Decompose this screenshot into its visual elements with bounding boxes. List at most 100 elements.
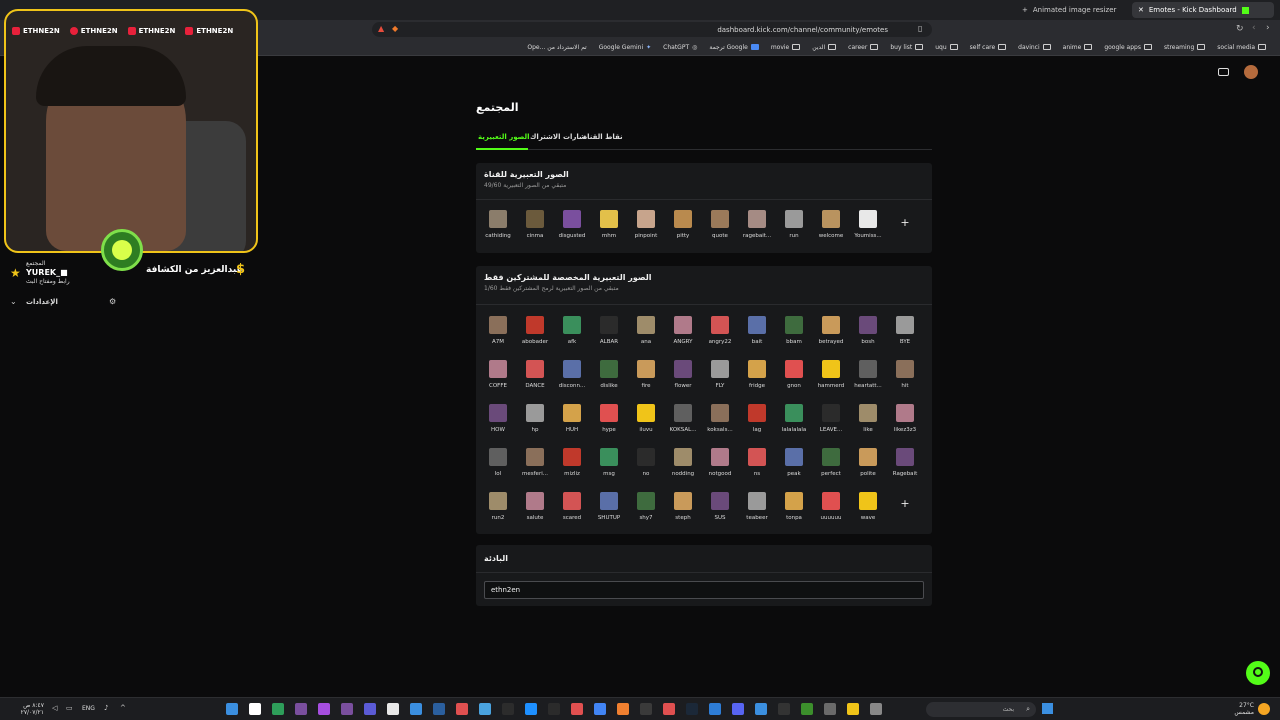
subscriber-emote[interactable]: disconn...	[554, 360, 590, 389]
subscriber-emote[interactable]: fire	[628, 360, 664, 389]
mic-tray-icon[interactable]: ♪	[104, 704, 108, 712]
subscriber-emote[interactable]: steph	[665, 492, 701, 521]
taskbar-app-icon[interactable]	[479, 703, 491, 715]
channel-emote[interactable]: mhm	[591, 210, 627, 239]
chevron-up-icon[interactable]: ^	[120, 704, 126, 712]
subscriber-emote[interactable]: KOKSAL...	[665, 404, 701, 433]
add-channel-emote-button[interactable]: +	[894, 211, 916, 233]
wifi-icon[interactable]: ▭	[66, 704, 73, 712]
subscriber-emote[interactable]: hype	[591, 404, 627, 433]
subscriber-emote[interactable]: lol	[480, 448, 516, 477]
taskbar-app-icon[interactable]	[525, 703, 537, 715]
taskbar-app-icon[interactable]	[341, 703, 353, 715]
taskbar-app-icon[interactable]	[663, 703, 675, 715]
subscriber-emote[interactable]: hit	[887, 360, 923, 389]
subscriber-emote[interactable]: gnon	[776, 360, 812, 389]
windows-start-icon[interactable]	[1042, 703, 1053, 714]
taskbar-app-icon[interactable]	[778, 703, 790, 715]
subscriber-emote[interactable]: lag	[739, 404, 775, 433]
prefix-input[interactable]: ethn2en	[484, 581, 924, 599]
channel-emote[interactable]: pitty	[665, 210, 701, 239]
brave-shield-icon[interactable]: ◆	[392, 24, 398, 33]
subscriber-emote[interactable]: salute	[517, 492, 553, 521]
subscriber-emote[interactable]: ALBAR	[591, 316, 627, 345]
bookmark-item[interactable]: Ope... تم الاسترداد من	[527, 44, 586, 51]
taskbar-search[interactable]: بحث ⌕	[926, 702, 1036, 717]
subscriber-emote[interactable]: polite	[850, 448, 886, 477]
taskbar-app-icon[interactable]	[433, 703, 445, 715]
chevron-down-icon[interactable]: ⌄	[10, 297, 17, 306]
channel-emote[interactable]: pinpoint	[628, 210, 664, 239]
tv-icon[interactable]	[1218, 68, 1229, 76]
subscriber-emote[interactable]: fridge	[739, 360, 775, 389]
taskbar-app-icon[interactable]	[364, 703, 376, 715]
subscriber-emote[interactable]: BYE	[887, 316, 923, 345]
taskbar-app-icon[interactable]	[387, 703, 399, 715]
subscriber-emote[interactable]: Ragebait	[887, 448, 923, 477]
subscriber-emote[interactable]: run2	[480, 492, 516, 521]
clock[interactable]: ٨:٤٧ ص ٢٧/٠٧/٢١	[4, 702, 44, 716]
subscriber-emote[interactable]: uuuuuu	[813, 492, 849, 521]
weather-widget[interactable]: 27°C مشمس	[1224, 702, 1254, 716]
tab-subscriber-badges[interactable]: شارات الاشتراك	[530, 133, 586, 141]
taskbar-app-icon[interactable]	[755, 703, 767, 715]
subscriber-emote[interactable]: ns	[739, 448, 775, 477]
taskbar-app-icon[interactable]	[502, 703, 514, 715]
subscriber-emote[interactable]: bosh	[850, 316, 886, 345]
bookmark-item[interactable]: anime	[1063, 44, 1093, 51]
taskbar-app-icon[interactable]	[548, 703, 560, 715]
taskbar-app-icon[interactable]	[732, 703, 744, 715]
subscriber-emote[interactable]: wave	[850, 492, 886, 521]
taskbar-app-icon[interactable]	[226, 703, 238, 715]
subscriber-emote[interactable]: A7M	[480, 316, 516, 345]
subscriber-emote[interactable]: betrayed	[813, 316, 849, 345]
channel-emote[interactable]: welcome	[813, 210, 849, 239]
subscriber-emote[interactable]: COFFE	[480, 360, 516, 389]
taskbar-app-icon[interactable]	[571, 703, 583, 715]
subscriber-emote[interactable]: ANGRY	[665, 316, 701, 345]
subscriber-emote[interactable]: like	[850, 404, 886, 433]
subscriber-emote[interactable]: HOW	[480, 404, 516, 433]
channel-emote[interactable]: cathiding	[480, 210, 516, 239]
back-icon[interactable]: ‹	[1252, 23, 1256, 33]
subscriber-emote[interactable]: ana	[628, 316, 664, 345]
subscriber-emote[interactable]: HUH	[554, 404, 590, 433]
subscriber-emote[interactable]: koksals...	[702, 404, 738, 433]
subscriber-emote[interactable]: heartatt...	[850, 360, 886, 389]
subscriber-emote[interactable]: notgood	[702, 448, 738, 477]
bookmark-item[interactable]: movie	[771, 44, 801, 51]
bookmark-item[interactable]: google apps	[1104, 44, 1152, 51]
bookmark-icon[interactable]: ▯	[918, 24, 922, 33]
subscriber-emote[interactable]: teabeer	[739, 492, 775, 521]
taskbar-app-icon[interactable]	[847, 703, 859, 715]
taskbar-app-icon[interactable]	[594, 703, 606, 715]
bookmark-item[interactable]: self care	[970, 44, 1007, 51]
bookmark-item[interactable]: davinci	[1018, 44, 1051, 51]
taskbar-app-icon[interactable]	[272, 703, 284, 715]
subscriber-emote[interactable]: dislike	[591, 360, 627, 389]
bookmark-item[interactable]: الدين	[812, 44, 837, 51]
avatar[interactable]	[1244, 65, 1258, 79]
taskbar-app-icon[interactable]	[456, 703, 468, 715]
subscriber-emote[interactable]: msg	[591, 448, 627, 477]
taskbar-app-icon[interactable]	[709, 703, 721, 715]
bookmark-item[interactable]: ChatGPT ◎	[663, 44, 697, 51]
plus-icon[interactable]: +	[1022, 6, 1028, 14]
bookmark-item[interactable]: social media	[1217, 44, 1266, 51]
taskbar-app-icon[interactable]	[686, 703, 698, 715]
channel-emote[interactable]: ragebait...	[739, 210, 775, 239]
taskbar-app-icon[interactable]	[801, 703, 813, 715]
gear-icon[interactable]: ⚙	[109, 297, 116, 306]
tab-animated-image-resizer[interactable]: + Animated image resizer	[1016, 2, 1122, 18]
subscriber-emote[interactable]: flower	[665, 360, 701, 389]
settings-label[interactable]: الإعدادات	[26, 298, 58, 306]
subscriber-emote[interactable]: iluvu	[628, 404, 664, 433]
subscriber-emote[interactable]: abobader	[517, 316, 553, 345]
bookmark-item[interactable]: career	[848, 44, 879, 51]
tab-emotes[interactable]: الصور التعبيرية	[478, 133, 530, 141]
subscriber-emote[interactable]: tonpa	[776, 492, 812, 521]
bookmark-item[interactable]: buy list	[890, 44, 924, 51]
channel-emote[interactable]: cinma	[517, 210, 553, 239]
subscriber-emote[interactable]: peak	[776, 448, 812, 477]
url-field[interactable]: dashboard.kick.com/channel/community/emo…	[372, 22, 932, 37]
